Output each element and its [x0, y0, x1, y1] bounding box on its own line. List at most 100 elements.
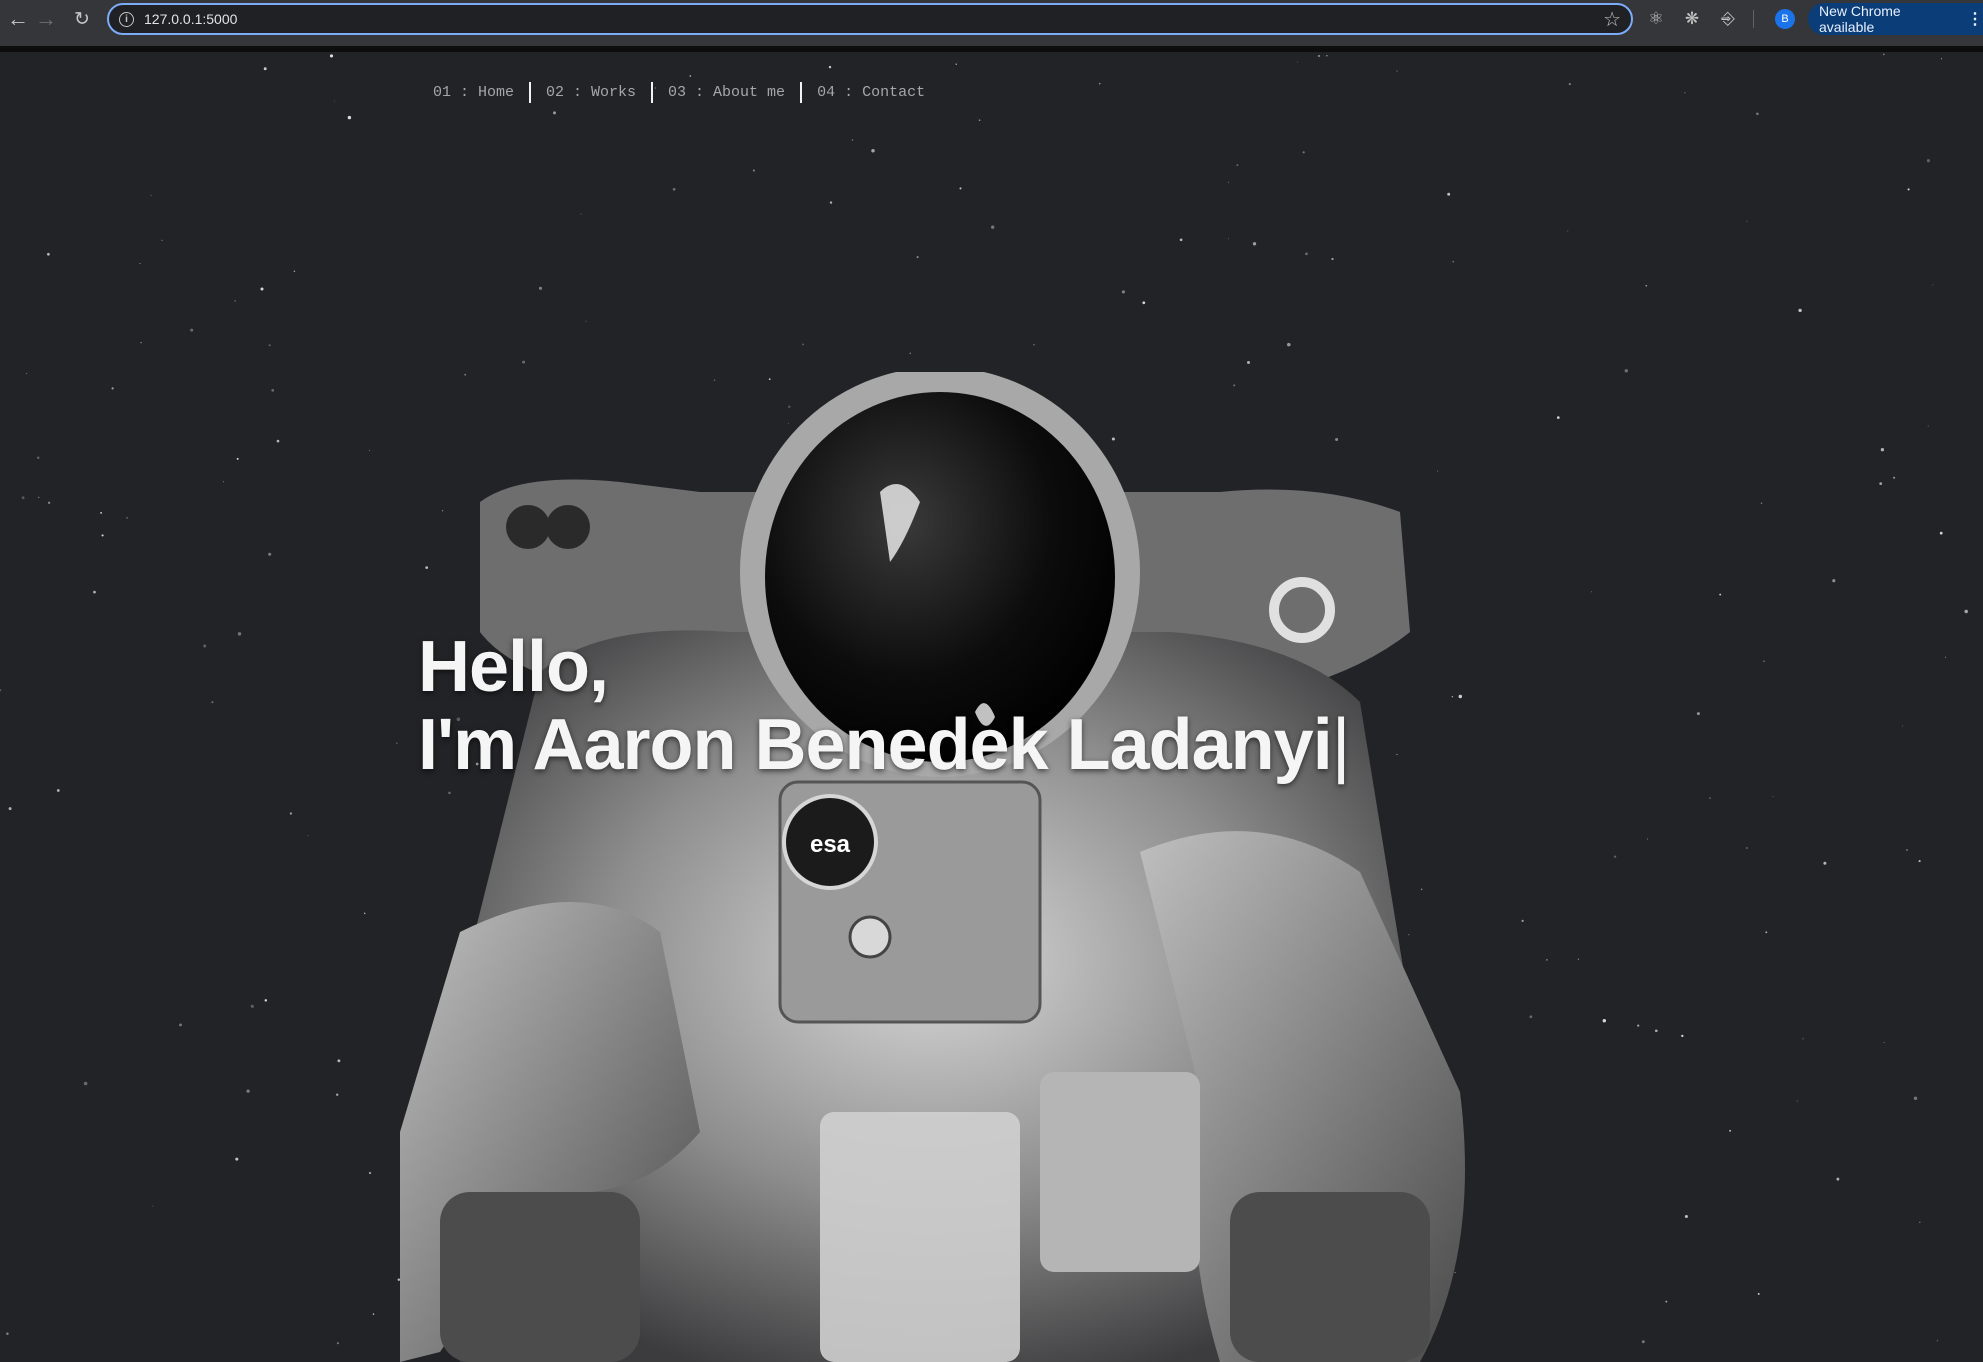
star: [152, 1205, 154, 1207]
star: [672, 187, 676, 191]
star: [264, 999, 268, 1002]
star: [1567, 230, 1569, 232]
star: [246, 1089, 250, 1093]
backpack-port: [506, 505, 550, 549]
chrome-update-button[interactable]: New Chrome available ⋮: [1808, 3, 1983, 35]
nav-home-link[interactable]: 01 : Home: [433, 84, 529, 101]
star: [1802, 1038, 1804, 1040]
star: [1763, 660, 1766, 663]
star: [234, 300, 237, 302]
extension-gear-icon[interactable]: ❋: [1681, 8, 1703, 30]
url-text[interactable]: 127.0.0.1:5000: [144, 11, 1603, 27]
star: [1964, 609, 1968, 614]
extensions-area: ⚛ ❋ ⎆: [1645, 5, 1754, 33]
star: [1746, 220, 1748, 222]
browser-toolbar: ← → ↻ i 127.0.0.1:5000 ☆ ⚛ ❋ ⎆ B New Chr…: [0, 0, 1983, 46]
star: [916, 256, 919, 259]
star: [150, 194, 152, 197]
esa-patch-text: esa: [810, 831, 851, 858]
star: [1613, 855, 1617, 858]
star: [1709, 797, 1711, 799]
star: [1729, 1129, 1732, 1132]
star: [752, 169, 756, 172]
star: [1906, 849, 1908, 851]
star: [236, 457, 239, 460]
star: [56, 789, 60, 792]
star: [1719, 593, 1722, 596]
nav-contact-link[interactable]: 04 : Contact: [802, 84, 940, 101]
star: [139, 262, 141, 265]
star: [1893, 476, 1896, 479]
star: [1918, 860, 1921, 863]
star: [336, 1093, 339, 1096]
star: [126, 517, 128, 519]
star: [1452, 261, 1454, 263]
hero-name: I'm Aaron Benedek Ladanyi: [418, 705, 1333, 785]
star: [580, 213, 582, 215]
star: [1396, 70, 1398, 72]
star: [1927, 425, 1929, 427]
star: [93, 590, 96, 594]
suit-side-panel: [1040, 1072, 1200, 1272]
star: [363, 912, 366, 915]
star: [1228, 238, 1229, 240]
typing-cursor: |: [1331, 705, 1351, 785]
star: [1645, 284, 1648, 287]
star: [1836, 1177, 1840, 1181]
star: [1654, 1029, 1658, 1033]
main-navigation: 01 : Home 02 : Works 03 : About me 04 : …: [433, 82, 940, 103]
extensions-puzzle-icon[interactable]: ⎆: [1717, 8, 1739, 30]
star: [395, 742, 398, 745]
site-info-icon[interactable]: i: [119, 11, 134, 27]
profile-avatar[interactable]: B: [1775, 9, 1795, 29]
star: [161, 239, 163, 242]
star: [959, 187, 962, 190]
more-menu-icon[interactable]: ⋮: [1967, 9, 1983, 29]
backpack-port: [546, 505, 590, 549]
star: [307, 835, 309, 837]
star: [6, 1332, 9, 1335]
star: [1098, 82, 1101, 85]
star: [1556, 416, 1560, 419]
star: [38, 496, 40, 498]
star: [21, 496, 25, 500]
toolbar-separator: [1753, 10, 1754, 28]
forward-icon[interactable]: →: [28, 1, 64, 37]
star: [955, 63, 957, 65]
star: [1681, 1034, 1684, 1038]
star: [1568, 83, 1571, 86]
star: [1902, 725, 1904, 727]
star: [1913, 1096, 1918, 1101]
star: [1684, 1214, 1688, 1219]
star: [337, 1059, 341, 1063]
star: [276, 439, 280, 443]
star: [801, 343, 804, 346]
star: [1746, 847, 1748, 849]
star: [829, 201, 833, 204]
star: [36, 456, 40, 460]
star: [991, 225, 995, 229]
astronaut-image: esa: [400, 372, 1465, 1362]
star: [1926, 159, 1930, 163]
star: [538, 286, 543, 290]
star: [1577, 958, 1579, 960]
nav-works-link[interactable]: 02 : Works: [531, 84, 651, 101]
star: [1447, 192, 1451, 196]
react-devtools-icon[interactable]: ⚛: [1645, 8, 1667, 30]
update-label: New Chrome available: [1819, 3, 1901, 35]
star: [1832, 579, 1836, 583]
suit-lower-panel: [820, 1112, 1020, 1362]
star: [1591, 591, 1593, 593]
star: [1228, 181, 1230, 183]
nav-about-link[interactable]: 03 : About me: [653, 84, 800, 101]
star: [271, 389, 275, 392]
reload-icon[interactable]: ↻: [64, 1, 100, 37]
address-bar[interactable]: i 127.0.0.1:5000 ☆: [107, 3, 1633, 35]
star: [0, 689, 2, 692]
star: [211, 701, 214, 704]
star: [1696, 712, 1700, 716]
bookmark-star-icon[interactable]: ☆: [1603, 7, 1621, 32]
hero-heading: Hello, I'm Aaron Benedek Ladanyi|: [418, 628, 1351, 785]
star: [1882, 53, 1885, 56]
star: [329, 54, 334, 58]
